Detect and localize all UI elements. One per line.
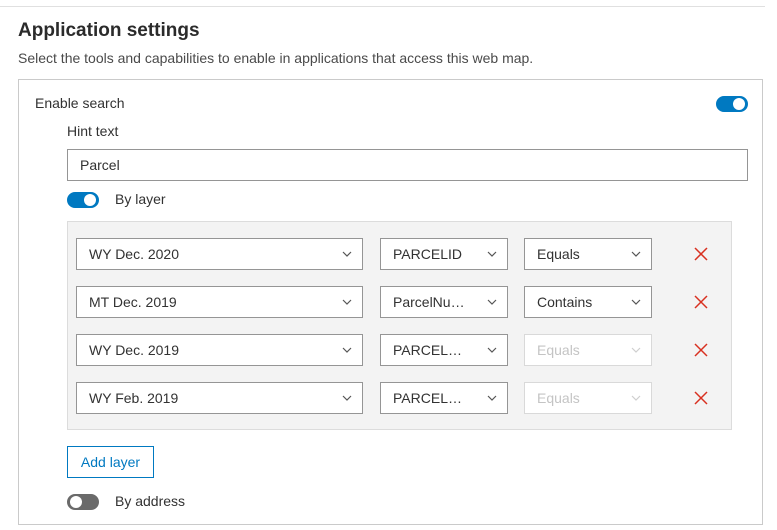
layer-select-value: WY Feb. 2019 xyxy=(89,390,179,406)
chevron-down-icon xyxy=(342,239,352,269)
field-select-value: PARCEL… xyxy=(393,342,462,358)
chevron-down-icon xyxy=(487,287,497,317)
close-icon[interactable] xyxy=(693,246,709,262)
top-divider xyxy=(0,6,765,7)
by-layer-label: By layer xyxy=(115,191,166,207)
operator-select-value: Equals xyxy=(537,342,580,358)
field-select-value: ParcelNu… xyxy=(393,294,465,310)
chevron-down-icon xyxy=(487,239,497,269)
layer-select[interactable]: WY Dec. 2019 xyxy=(76,334,363,366)
field-select-value: PARCEL… xyxy=(393,390,462,406)
operator-select-value: Contains xyxy=(537,294,593,310)
hint-text-label: Hint text xyxy=(67,123,119,139)
close-icon[interactable] xyxy=(693,390,709,406)
add-layer-button[interactable]: Add layer xyxy=(67,446,154,478)
search-layer-row: WY Dec. 2019 PARCEL… Equals xyxy=(76,334,716,366)
chevron-down-icon xyxy=(342,287,352,317)
operator-select[interactable]: Equals xyxy=(524,238,652,270)
page-description: Select the tools and capabilities to ena… xyxy=(18,50,534,66)
chevron-down-icon xyxy=(631,335,641,365)
field-select[interactable]: PARCELID xyxy=(380,238,508,270)
search-layers-list: WY Dec. 2020 PARCELID Equals MT Dec. 201… xyxy=(67,221,732,430)
toggle-knob xyxy=(733,98,745,110)
chevron-down-icon xyxy=(342,383,352,413)
search-layer-row: WY Dec. 2020 PARCELID Equals xyxy=(76,238,716,270)
chevron-down-icon xyxy=(631,287,641,317)
chevron-down-icon xyxy=(487,383,497,413)
field-select[interactable]: PARCEL… xyxy=(380,382,508,414)
layer-select-value: WY Dec. 2020 xyxy=(89,246,180,262)
close-icon[interactable] xyxy=(693,294,709,310)
chevron-down-icon xyxy=(342,335,352,365)
search-settings-panel: Enable search Hint text By layer WY Dec.… xyxy=(18,79,763,525)
layer-select[interactable]: WY Dec. 2020 xyxy=(76,238,363,270)
field-select-value: PARCELID xyxy=(393,246,462,262)
layer-select-value: MT Dec. 2019 xyxy=(89,294,177,310)
chevron-down-icon xyxy=(631,383,641,413)
chevron-down-icon xyxy=(631,239,641,269)
toggle-knob xyxy=(70,496,82,508)
page-title: Application settings xyxy=(18,20,200,41)
chevron-down-icon xyxy=(487,335,497,365)
enable-search-label: Enable search xyxy=(35,95,125,111)
by-address-label: By address xyxy=(115,493,186,509)
by-layer-toggle[interactable] xyxy=(67,192,99,208)
hint-text-input[interactable] xyxy=(67,149,748,181)
layer-select[interactable]: MT Dec. 2019 xyxy=(76,286,363,318)
operator-select-value: Equals xyxy=(537,246,580,262)
operator-select: Equals xyxy=(524,382,652,414)
operator-select: Equals xyxy=(524,334,652,366)
close-icon[interactable] xyxy=(693,342,709,358)
operator-select[interactable]: Contains xyxy=(524,286,652,318)
operator-select-value: Equals xyxy=(537,390,580,406)
search-layer-row: MT Dec. 2019 ParcelNu… Contains xyxy=(76,286,716,318)
toggle-knob xyxy=(84,194,96,206)
enable-search-toggle[interactable] xyxy=(716,96,748,112)
by-address-toggle[interactable] xyxy=(67,494,99,510)
field-select[interactable]: ParcelNu… xyxy=(380,286,508,318)
search-layer-row: WY Feb. 2019 PARCEL… Equals xyxy=(76,382,716,414)
layer-select-value: WY Dec. 2019 xyxy=(89,342,180,358)
layer-select[interactable]: WY Feb. 2019 xyxy=(76,382,363,414)
field-select[interactable]: PARCEL… xyxy=(380,334,508,366)
